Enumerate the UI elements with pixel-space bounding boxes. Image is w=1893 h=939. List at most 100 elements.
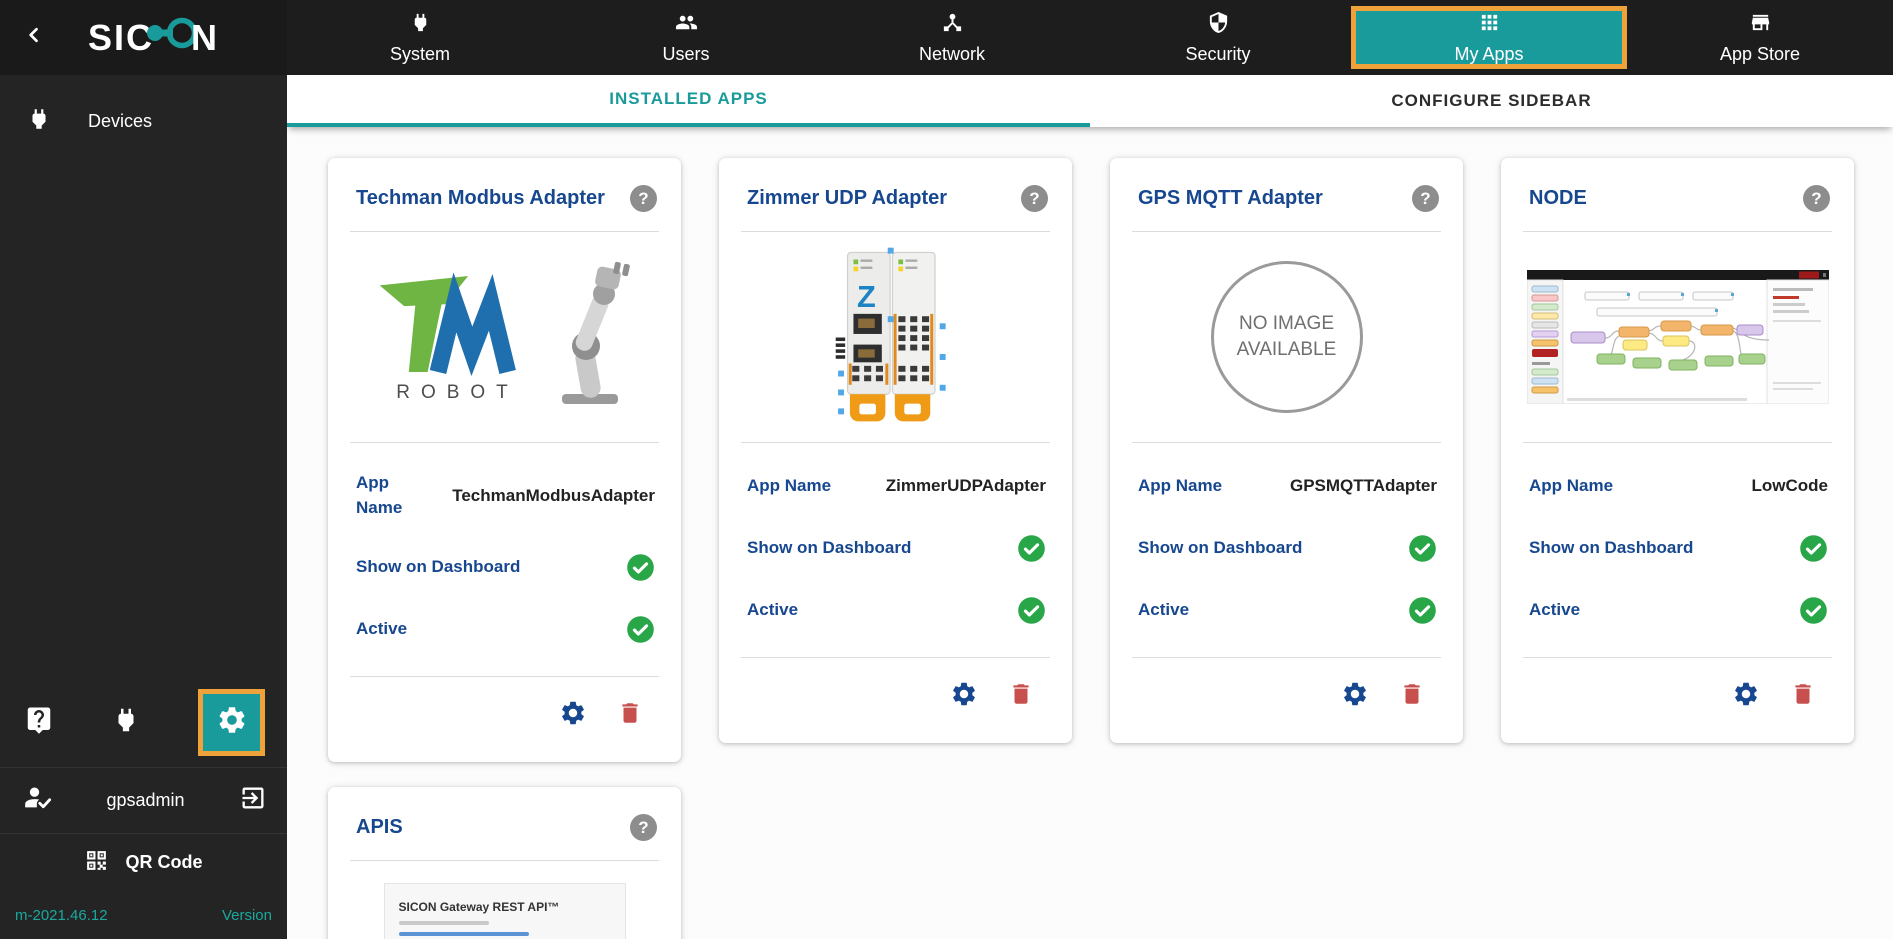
active-row: Active (356, 614, 655, 644)
active-label: Active (747, 599, 799, 619)
usb-plug-icon[interactable] (111, 705, 141, 740)
api-doc-text-line (398, 921, 489, 926)
configure-gear-icon[interactable] (1341, 680, 1369, 713)
configure-gear-icon[interactable] (1732, 680, 1760, 713)
plug-icon (26, 106, 52, 137)
qr-code-button[interactable]: QR Code (0, 833, 287, 891)
sidebar-item-devices[interactable]: Devices (0, 95, 287, 147)
help-icon[interactable] (1412, 185, 1439, 212)
app-image-zimmer-module: Z (719, 232, 1072, 442)
check-circle-icon (1017, 596, 1046, 625)
active-row: Active (1138, 595, 1437, 625)
username: gpsadmin (106, 790, 185, 810)
delete-trash-icon[interactable] (617, 700, 643, 731)
chevron-left-icon (24, 25, 44, 50)
divider (350, 860, 659, 862)
logo-text-suffix: N (191, 16, 219, 58)
app-card-zimmer-udp-adapter: Zimmer UDP Adapter Z (719, 158, 1072, 743)
delete-trash-icon[interactable] (1399, 681, 1425, 712)
api-doc-link-line (398, 932, 529, 937)
app-name-row: App Name ZimmerUDPAdapter (747, 471, 1046, 501)
app-name-label: App Name (1138, 475, 1223, 495)
storefront-icon (1749, 11, 1772, 39)
nav-item-app-store[interactable]: App Store (1627, 0, 1893, 75)
app-image-node-red-flow (1501, 232, 1854, 442)
app-name-label: App Name (356, 473, 403, 517)
card-title: Zimmer UDP Adapter (747, 187, 948, 209)
people-icon (675, 11, 698, 39)
tm-robot-logo: ROBOT (374, 270, 534, 404)
robot-arm-image (544, 260, 636, 415)
nav-item-security[interactable]: Security (1085, 0, 1351, 75)
version-value: m-2021.46.12 (15, 906, 108, 924)
help-icon[interactable] (630, 185, 657, 212)
tab-installed-apps[interactable]: INSTALLED APPS (287, 75, 1090, 127)
rest-api-doc-preview: SICON Gateway REST API™ (383, 883, 626, 939)
apps-tab-bar: INSTALLED APPS CONFIGURE SIDEBAR (287, 75, 1893, 127)
card-title: GPS MQTT Adapter (1138, 187, 1323, 209)
svg-text:Z: Z (857, 278, 876, 313)
settings-gear-button-highlighted[interactable] (198, 688, 265, 756)
app-name-value: LowCode (1751, 476, 1829, 495)
delete-trash-icon[interactable] (1790, 681, 1816, 712)
show-on-dashboard-row: Show on Dashboard (1138, 533, 1437, 563)
nav-item-system[interactable]: System (287, 0, 553, 75)
app-name-value: GPSMQTTAdapter (1289, 476, 1437, 495)
show-on-dashboard-row: Show on Dashboard (1529, 533, 1828, 563)
show-on-dashboard-label: Show on Dashboard (1138, 537, 1303, 557)
help-icon[interactable] (630, 814, 657, 842)
active-row: Active (1529, 595, 1828, 625)
version-row: m-2021.46.12 Version (0, 891, 287, 939)
version-label: Version (221, 906, 272, 924)
card-title: NODE (1529, 187, 1587, 209)
app-name-value: ZimmerUDPAdapter (885, 476, 1046, 495)
sidebar-footer-icons (0, 677, 287, 767)
no-image-placeholder: NO IMAGE AVAILABLE (1210, 261, 1363, 413)
show-on-dashboard-row: Show on Dashboard (747, 533, 1046, 563)
app-name-label: App Name (1529, 475, 1614, 495)
configure-gear-icon[interactable] (950, 680, 978, 713)
configure-gear-icon[interactable] (559, 699, 587, 732)
app-card-node: NODE ? App Name LowCode Show on Dashboar… (1501, 158, 1854, 743)
tab-configure-sidebar[interactable]: CONFIGURE SIDEBAR (1090, 75, 1893, 127)
active-label: Active (1138, 599, 1190, 619)
logout-icon[interactable] (239, 784, 267, 817)
delete-trash-icon[interactable] (1008, 681, 1034, 712)
nav-item-users[interactable]: Users (553, 0, 819, 75)
sidebar-item-label: Devices (88, 110, 153, 131)
sidebar-user-row: gpsadmin (0, 767, 287, 833)
sidebar-logo-bar: SIC N (0, 0, 287, 75)
active-label: Active (1529, 599, 1581, 619)
app-name-label: App Name (747, 475, 832, 495)
nav-item-network[interactable]: Network (819, 0, 1085, 75)
app-name-value: TechmanModbusAdapter (452, 485, 655, 505)
check-circle-icon (626, 553, 655, 582)
app-name-row: App Name LowCode (1529, 471, 1828, 501)
check-circle-icon (1799, 596, 1828, 625)
linked-circles-icon (147, 13, 198, 62)
app-name-row: App Name GPSMQTTAdapter (1138, 471, 1437, 501)
card-title: APIS (356, 816, 403, 839)
app-name-row: App Name TechmanModbusAdapter (356, 471, 655, 520)
app-card-gps-mqtt-adapter: GPS MQTT Adapter NO IMAGE AVAILABLE App … (1110, 158, 1463, 743)
gear-icon (216, 704, 248, 741)
person-check-icon (24, 784, 52, 817)
check-circle-icon (626, 615, 655, 644)
top-navigation: System Users Network Security My Apps Ap… (287, 0, 1893, 75)
help-icon[interactable] (1803, 185, 1830, 212)
qr-code-label: QR Code (125, 852, 203, 872)
app-card-techman-modbus-adapter: Techman Modbus Adapter ROBOT (328, 158, 681, 763)
nav-item-my-apps[interactable]: My Apps (1351, 6, 1627, 69)
shield-icon (1207, 11, 1230, 39)
apps-grid-icon (1478, 11, 1501, 39)
check-circle-icon (1408, 596, 1437, 625)
sicon-logo: SIC N (44, 13, 263, 62)
device-hub-icon (941, 11, 964, 39)
app-image-tm-robot: ROBOT (328, 232, 681, 442)
plug-icon (409, 11, 432, 39)
help-icon[interactable] (1021, 185, 1048, 212)
check-circle-icon (1017, 534, 1046, 563)
check-circle-icon (1408, 534, 1437, 563)
help-bubble-icon[interactable] (24, 705, 54, 740)
installed-apps-content: Techman Modbus Adapter ROBOT (287, 127, 1893, 939)
